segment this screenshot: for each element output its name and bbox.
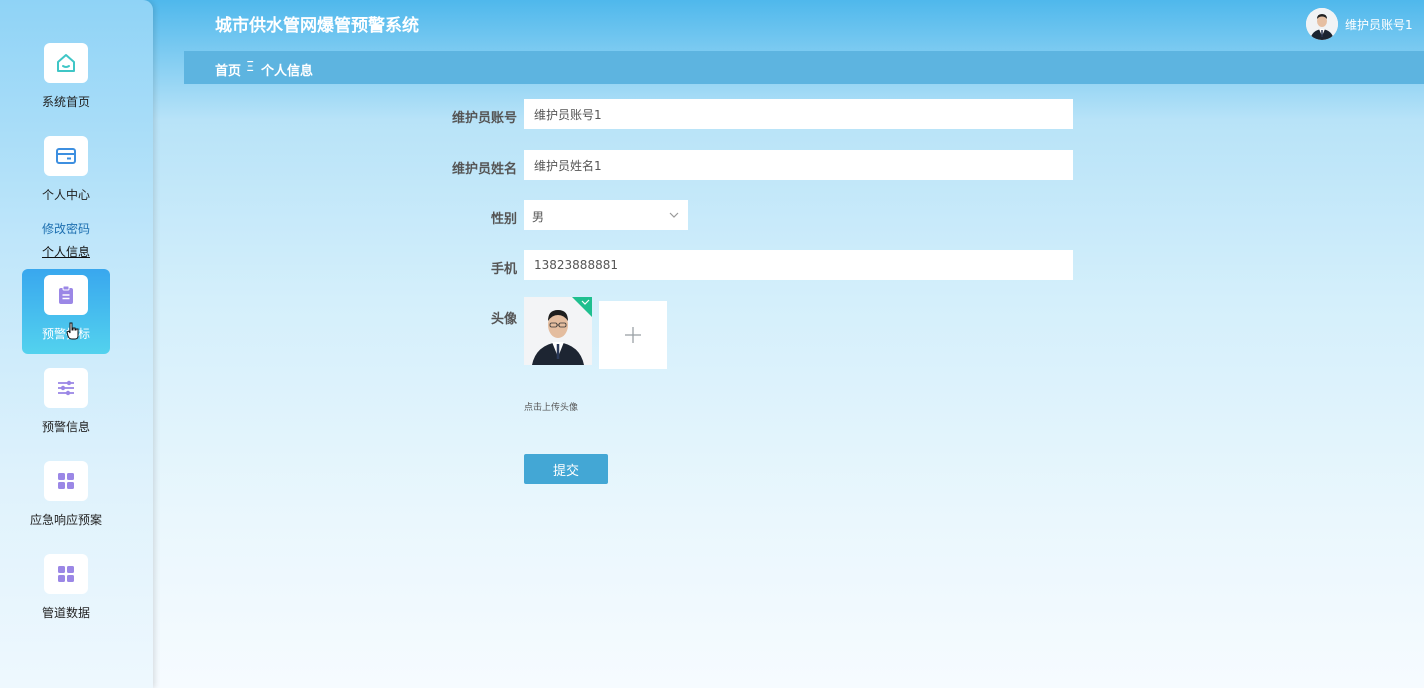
avatar-preview[interactable] [524, 297, 592, 365]
card-icon [56, 148, 76, 164]
home-icon [57, 54, 75, 72]
gender-select[interactable]: 男 [524, 200, 688, 230]
sidebar-item-label: 系统首页 [41, 95, 90, 109]
hand-cursor-icon [66, 322, 79, 340]
card-icon-box [44, 136, 88, 176]
plus-icon [625, 327, 641, 343]
sidebar-subitem-change-password[interactable]: 修改密码 [0, 220, 132, 237]
sidebar-item-label: 应急响应预案 [29, 513, 102, 527]
clipboard-icon [59, 285, 73, 304]
upload-hint: 点击上传头像 [524, 403, 579, 413]
breadcrumb-separator: Ξ [246, 60, 255, 75]
sidebar-item-label: 管道数据 [41, 606, 90, 620]
sliders-icon-box [44, 368, 88, 408]
chevron-down-icon [669, 212, 679, 218]
gender-select-value: 男 [532, 210, 545, 224]
sidebar-item-personal-center[interactable]: 个人中心 [22, 130, 110, 215]
sidebar-item-warning-indicators[interactable]: 预警指标 [22, 269, 110, 354]
grid-icon-box [44, 461, 88, 501]
app-title: 城市供水管网爆管预警系统 [215, 16, 419, 36]
name-field[interactable] [524, 150, 1073, 180]
sidebar-subitem-personal-info[interactable]: 个人信息 [0, 243, 132, 260]
sidebar-item-label: 个人中心 [41, 188, 90, 202]
account-field[interactable] [524, 99, 1073, 129]
avatar-upload-button[interactable] [599, 301, 667, 369]
user-name[interactable]: 维护员账号1 [1345, 16, 1413, 33]
sidebar-item-emergency-plan[interactable]: 应急响应预案 [22, 455, 110, 540]
sidebar: 系统首页 个人中心 修改密码 个人信息 预警指标 预警信息 应急响应预案 管道数… [0, 0, 153, 688]
avatar-photo-icon [524, 297, 592, 365]
grid-icon [58, 566, 74, 582]
grid-icon [58, 473, 74, 489]
user-portrait-icon [1306, 8, 1338, 40]
avatar-label: 头像 [490, 312, 517, 327]
gender-label: 性别 [490, 212, 517, 227]
breadcrumb-home[interactable]: 首页 [215, 60, 241, 79]
sidebar-item-label: 预警信息 [41, 420, 90, 434]
avatar[interactable] [1306, 8, 1338, 40]
name-label: 维护员姓名 [451, 162, 517, 177]
submit-button[interactable]: 提交 [524, 454, 608, 484]
sidebar-item-home[interactable]: 系统首页 [22, 37, 110, 122]
home-icon-box [44, 43, 88, 83]
breadcrumb: 首页 Ξ 个人信息 [184, 51, 1424, 84]
grid-icon-box [44, 554, 88, 594]
phone-field[interactable] [524, 250, 1073, 280]
sidebar-item-warning-info[interactable]: 预警信息 [22, 362, 110, 447]
clipboard-icon-box [44, 275, 88, 315]
sliders-icon [58, 380, 74, 396]
sidebar-item-pipeline-data[interactable]: 管道数据 [22, 548, 110, 633]
phone-label: 手机 [490, 262, 517, 277]
account-label: 维护员账号 [451, 111, 517, 126]
breadcrumb-current: 个人信息 [261, 64, 314, 79]
